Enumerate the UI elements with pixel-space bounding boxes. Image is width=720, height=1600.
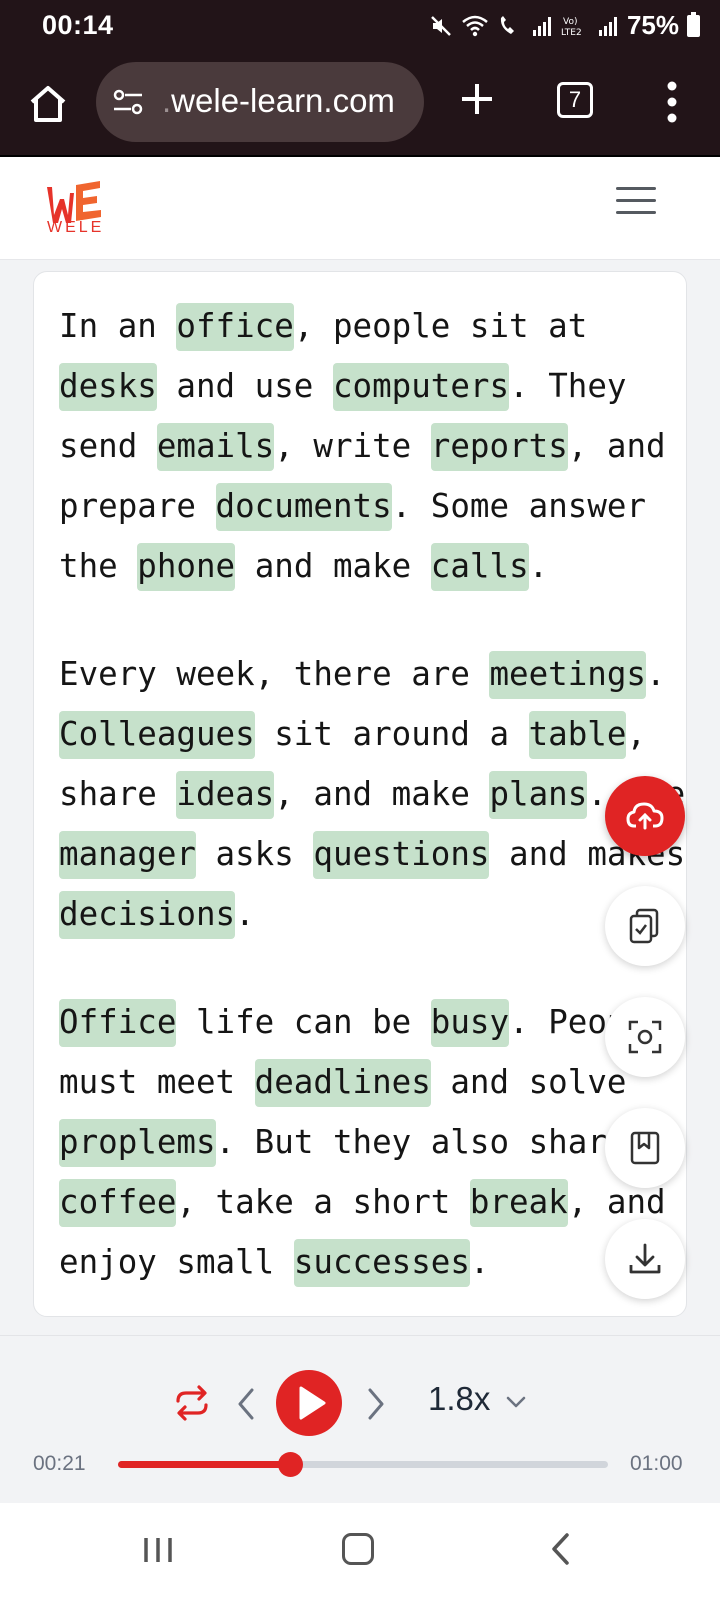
audio-player: 1.8x 00:21 01:00 — [0, 1335, 720, 1503]
vocab-word[interactable]: plans — [489, 771, 588, 819]
tab-switcher-button[interactable]: 7 — [557, 82, 593, 118]
play-icon — [299, 1386, 326, 1420]
vocab-word[interactable]: office — [176, 303, 294, 351]
vocab-word[interactable]: table — [528, 711, 627, 759]
bookmark-button[interactable] — [605, 1108, 685, 1188]
url-domain: wele-learn.com — [171, 82, 395, 119]
download-button[interactable] — [605, 1219, 685, 1299]
site-header: WELE — [0, 157, 720, 260]
url-prefix: . — [162, 82, 172, 119]
vocab-word[interactable]: decisions — [59, 891, 236, 939]
vocab-word[interactable]: calls — [430, 543, 529, 591]
total-time: 01:00 — [630, 1452, 683, 1475]
site-settings-icon[interactable] — [110, 84, 146, 120]
home-nav-icon[interactable] — [342, 1533, 374, 1565]
paragraph: Every week, there are meetings. Colleagu… — [59, 644, 686, 944]
playback-speed[interactable]: 1.8x — [428, 1380, 490, 1418]
battery-icon — [687, 11, 700, 37]
cloud-upload-button[interactable] — [605, 776, 685, 856]
vocab-word[interactable]: ideas — [176, 771, 275, 819]
vocab-word[interactable]: computers — [332, 363, 510, 411]
logo-text: WELE — [47, 219, 105, 236]
paragraph: Office life can be busy. People must mee… — [59, 992, 686, 1292]
focus-scan-button[interactable] — [605, 997, 685, 1077]
wifi-call-icon — [500, 15, 514, 34]
mute-icon — [431, 15, 451, 36]
next-icon[interactable] — [360, 1384, 392, 1424]
recent-apps-icon[interactable] — [140, 1535, 176, 1565]
clipboard-check-button[interactable] — [605, 886, 685, 966]
bookmark-icon — [630, 1131, 660, 1165]
vocab-word[interactable]: reports — [430, 423, 568, 471]
cloud-upload-icon — [626, 802, 664, 830]
progress-thumb[interactable] — [277, 1452, 303, 1477]
svg-text:Vo): Vo) — [563, 17, 577, 27]
reading-passage: In an office, people sit at desks and us… — [59, 296, 686, 1316]
vocab-word[interactable]: questions — [313, 831, 490, 879]
vocab-word[interactable]: proplems — [59, 1119, 216, 1167]
vocab-word[interactable]: busy — [430, 999, 510, 1047]
battery-percent: 75% — [626, 10, 679, 40]
focus-scan-icon — [628, 1020, 662, 1054]
overflow-menu-icon[interactable] — [652, 78, 692, 126]
back-icon[interactable] — [548, 1531, 572, 1567]
reading-card: In an office, people sit at desks and us… — [33, 271, 687, 1317]
status-time: 00:14 — [42, 10, 114, 40]
vocab-word[interactable]: phone — [137, 543, 236, 591]
vocab-word[interactable]: break — [469, 1179, 568, 1227]
url-text: .wele-learn.com — [162, 82, 395, 120]
status-bar: 00:14 Vo) LTE2 75% — [0, 0, 720, 50]
paragraph: In an office, people sit at desks and us… — [59, 296, 686, 596]
vocab-word[interactable]: emails — [156, 423, 275, 471]
home-icon[interactable] — [24, 80, 72, 128]
chevron-down-icon[interactable] — [504, 1392, 528, 1412]
vocab-word[interactable]: desks — [59, 363, 157, 411]
signal-2-icon — [598, 16, 617, 36]
address-bar[interactable]: .wele-learn.com — [96, 62, 424, 142]
vocab-word[interactable]: Colleagues — [59, 711, 255, 759]
system-nav-bar — [0, 1503, 720, 1600]
play-button[interactable] — [276, 1370, 342, 1436]
previous-icon[interactable] — [230, 1384, 262, 1424]
status-icons: Vo) LTE2 75% — [429, 10, 700, 41]
new-tab-icon[interactable] — [452, 74, 502, 124]
clipboard-check-icon — [629, 908, 659, 944]
progress-slider[interactable] — [118, 1452, 608, 1477]
vocab-word[interactable]: coffee — [59, 1179, 177, 1227]
vocab-word[interactable]: documents — [215, 483, 392, 531]
progress-fill — [118, 1461, 290, 1468]
svg-text:LTE2: LTE2 — [561, 28, 582, 38]
vocab-word[interactable]: Office — [59, 999, 177, 1047]
vocab-word[interactable]: manager — [59, 831, 196, 879]
current-time: 00:21 — [33, 1452, 86, 1475]
repeat-icon[interactable] — [170, 1381, 214, 1425]
browser-toolbar: .wele-learn.com 7 — [0, 50, 720, 157]
vocab-word[interactable]: deadlines — [254, 1059, 431, 1107]
signal-1-icon — [532, 16, 551, 36]
hamburger-menu-icon[interactable] — [616, 187, 656, 223]
vocab-word[interactable]: successes — [293, 1239, 470, 1287]
wifi-icon — [462, 15, 488, 36]
volte-icon: Vo)LTE2 — [561, 17, 582, 38]
download-icon — [629, 1243, 661, 1274]
vocab-word[interactable]: meetings — [489, 651, 647, 699]
